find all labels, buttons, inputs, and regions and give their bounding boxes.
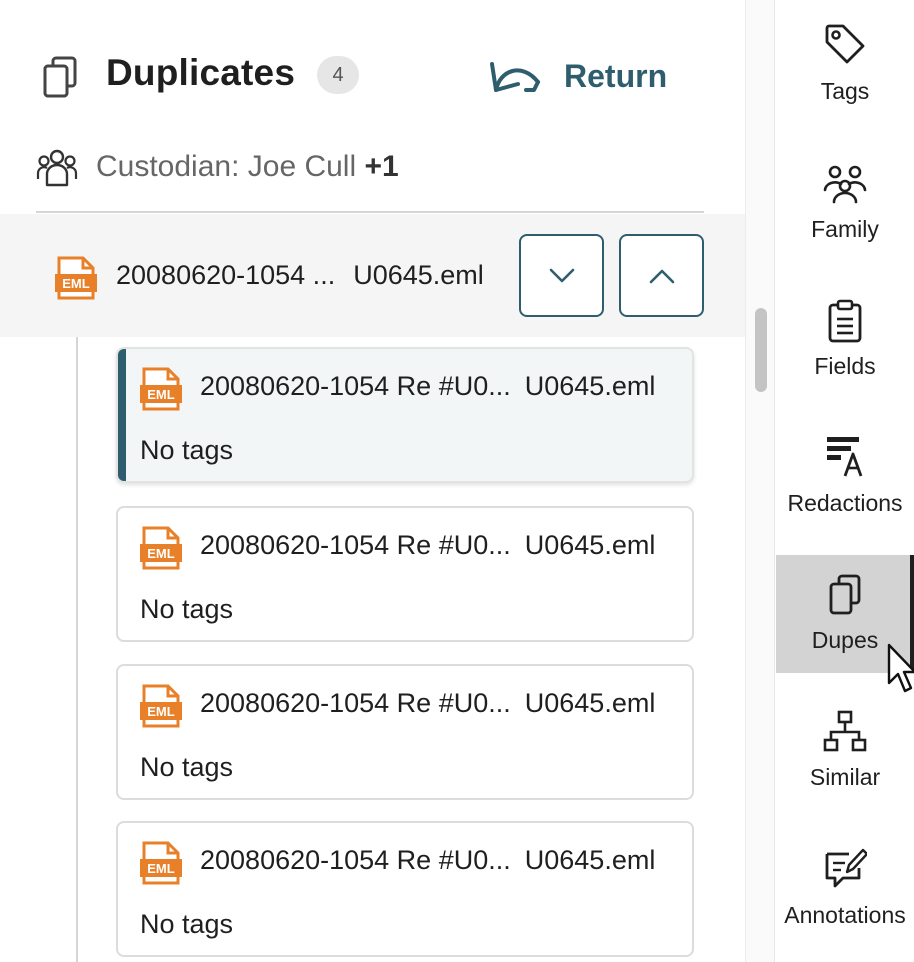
duplicate-file-name: 20080620-1054 Re #U0... U0645.eml [200, 530, 656, 560]
duplicate-count-badge: 4 [317, 56, 359, 94]
duplicate-card[interactable]: EML 20080620-1054 Re #U0... U0645.eml No … [116, 506, 694, 642]
rail-label-annotations: Annotations [784, 902, 906, 928]
svg-text:EML: EML [62, 276, 90, 291]
duplicate-tags: No tags [140, 435, 234, 465]
rail-item-family[interactable]: Family [776, 148, 914, 266]
eml-file-icon: EML [140, 684, 182, 728]
scrollbar-thumb[interactable] [755, 308, 767, 392]
duplicate-card[interactable]: EML 20080620-1054 Re #U0... U0645.eml No … [116, 821, 694, 957]
page-title: Duplicates [106, 52, 296, 93]
rail-item-tags[interactable]: Tags [776, 10, 914, 128]
return-button[interactable]: Return [488, 54, 667, 98]
return-icon [490, 62, 540, 92]
rail-item-similar[interactable]: Similar [776, 692, 914, 810]
eml-file-icon: EML [140, 526, 182, 570]
return-label: Return [564, 57, 668, 94]
svg-text:EML: EML [147, 546, 175, 561]
rail-item-annotations[interactable]: Annotations [776, 830, 914, 948]
custodians-icon [36, 149, 78, 187]
divider [36, 211, 704, 213]
rail-label-similar: Similar [809, 764, 881, 790]
eml-file-icon: EML [140, 367, 182, 411]
duplicate-tags: No tags [140, 909, 234, 939]
svg-text:EML: EML [147, 861, 175, 876]
panel-header: Duplicates 4 Return [0, 0, 745, 140]
eml-file-icon: EML [140, 841, 182, 885]
duplicate-tags: No tags [140, 594, 234, 624]
eml-file-icon: EML [55, 256, 97, 300]
next-duplicate-button[interactable] [519, 234, 604, 317]
duplicate-file-name: 20080620-1054 Re #U0... U0645.eml [200, 845, 656, 875]
svg-text:EML: EML [147, 704, 175, 719]
svg-text:EML: EML [147, 387, 175, 402]
current-document-name: 20080620-1054 ... U0645.eml [116, 260, 484, 290]
family-icon [823, 165, 867, 204]
duplicates-panel: Duplicates 4 Return Custodian: Joe Cull … [0, 0, 745, 962]
current-document-row: EML 20080620-1054 ... U0645.eml [0, 214, 745, 337]
mouse-cursor-icon [887, 643, 914, 693]
custodian-label: Custodian: Joe Cull [96, 150, 357, 183]
clipboard-icon [828, 299, 862, 343]
duplicate-icon [43, 56, 77, 98]
chevron-down-icon [549, 268, 574, 282]
annotation-icon [825, 848, 867, 888]
rail-label-family: Family [811, 216, 879, 242]
rail-label-fields: Fields [814, 353, 876, 379]
tree-connector-line [76, 337, 78, 962]
rail-item-fields[interactable]: Fields [776, 285, 914, 403]
chevron-up-icon [649, 269, 674, 283]
duplicate-tags: No tags [140, 752, 234, 782]
duplicate-file-name: 20080620-1054 Re #U0... U0645.eml [200, 688, 656, 718]
duplicate-card[interactable]: EML 20080620-1054 Re #U0... U0645.eml No … [116, 347, 694, 483]
duplicate-icon [829, 574, 861, 615]
custodian-info: Custodian: Joe Cull +1 [36, 142, 399, 192]
tag-icon [825, 24, 865, 64]
previous-duplicate-button[interactable] [619, 234, 704, 317]
duplicate-card[interactable]: EML 20080620-1054 Re #U0... U0645.eml No … [116, 664, 694, 800]
rail-label-redactions: Redactions [787, 490, 903, 516]
custodian-extra-count[interactable]: +1 [365, 150, 399, 183]
redaction-icon [827, 437, 863, 477]
hierarchy-icon [823, 710, 867, 752]
rail-label-tags: Tags [820, 78, 870, 104]
panel-scrollbar[interactable] [745, 0, 775, 962]
side-rail: Tags Family Fields Redactions Dupes Simi… [776, 0, 914, 962]
rail-item-redactions[interactable]: Redactions [776, 422, 914, 540]
duplicate-file-name: 20080620-1054 Re #U0... U0645.eml [200, 371, 656, 401]
